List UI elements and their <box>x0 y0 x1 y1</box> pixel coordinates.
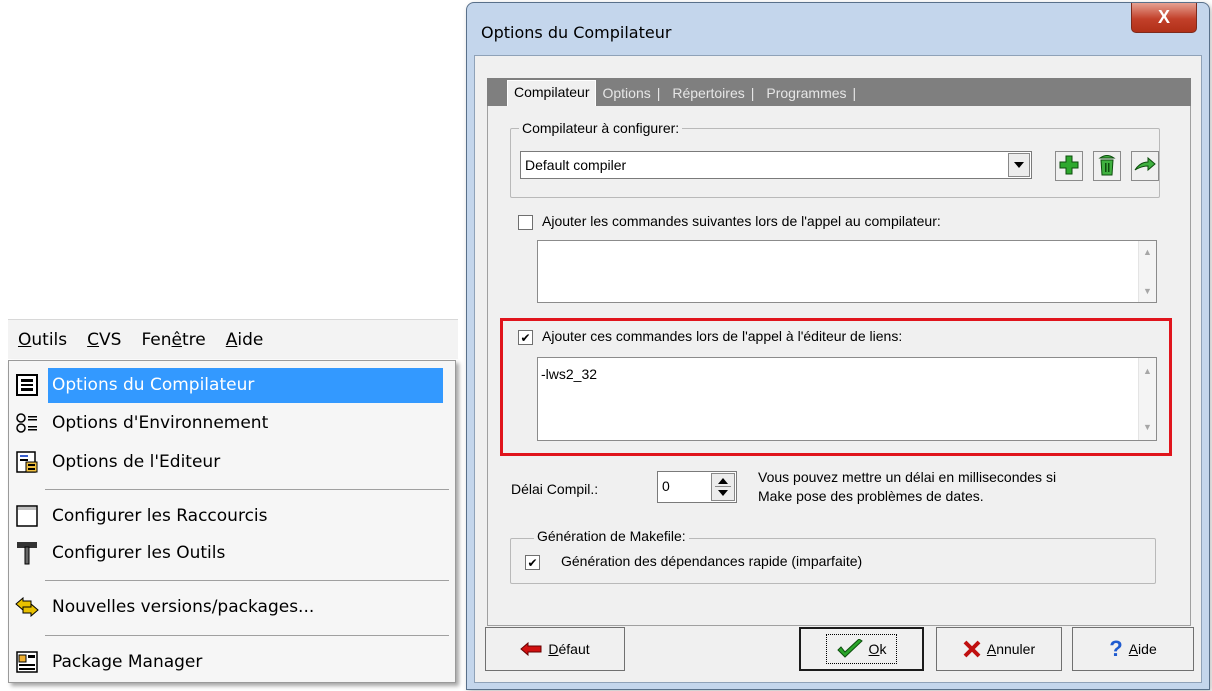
tab-label: Répertoires <box>672 85 745 101</box>
menu-item-label: Options de l'Editeur <box>52 452 221 472</box>
fast-deps-label: Génération des dépendances rapide (impar… <box>561 553 863 569</box>
menu-item-label: Options du Compilateur <box>48 367 443 403</box>
outils-dropdown-menu: Options du Compilateur Options d'Environ… <box>8 360 456 683</box>
menu-fenetre[interactable]: Fenêtre <box>141 330 205 350</box>
cancel-button[interactable]: Annuler <box>936 627 1062 671</box>
menu-item-label: Configurer les Raccourcis <box>52 506 268 526</box>
compiler-select-value: Default compiler <box>525 157 627 173</box>
arrow-right-icon <box>1134 156 1156 177</box>
linker-cmds-checkbox[interactable]: ✔ <box>518 330 533 345</box>
tab-label: Programmes <box>766 85 847 101</box>
hammer-icon <box>14 540 40 566</box>
checkmark-icon: ✔ <box>520 330 531 345</box>
plus-icon <box>1059 155 1079 178</box>
menu-item-label: Configurer les Outils <box>52 543 226 563</box>
delay-hint-line2: Make pose des problèmes de dates. <box>758 488 984 504</box>
tab-label: Options <box>602 85 651 101</box>
scrollbar[interactable]: ▲ ▼ <box>1138 241 1156 302</box>
arrow-left-icon <box>520 642 542 656</box>
scroll-down-icon[interactable]: ▼ <box>1143 286 1152 296</box>
linker-cmds-text: -lws2_32 <box>541 366 598 382</box>
tab-programmes[interactable]: Programmes | <box>760 82 862 106</box>
menu-separator <box>45 635 449 636</box>
close-icon: X <box>1157 7 1170 27</box>
menu-bar: Outils CVS Fenêtre Aide <box>8 319 458 359</box>
delay-value: 0 <box>662 478 670 494</box>
close-icon <box>963 640 981 658</box>
package-manager-icon <box>14 649 40 675</box>
menu-item-compiler-options[interactable]: Options du Compilateur <box>11 367 443 403</box>
menu-item-editor-options[interactable]: Options de l'Editeur <box>11 444 443 480</box>
dialog-titlebar[interactable]: Options du Compilateur X <box>467 3 1209 55</box>
add-compiler-button[interactable] <box>1055 151 1083 181</box>
tab-strip: Compilateur Options | Répertoires | Progra… <box>487 78 1191 106</box>
menu-outils[interactable]: Outils <box>18 330 67 350</box>
menu-item-label: Nouvelles versions/packages... <box>52 597 315 617</box>
tab-label: Compilateur <box>514 84 590 100</box>
compile-cmds-label: Ajouter les commandes suivantes lors de … <box>542 213 941 229</box>
question-mark-icon: ? <box>1109 636 1123 661</box>
dialog-title: Options du Compilateur <box>481 23 672 42</box>
update-arrows-icon <box>14 594 40 620</box>
menu-aide[interactable]: Aide <box>226 330 264 350</box>
default-button-label: Défaut <box>548 641 590 657</box>
ok-button[interactable]: Ok <box>799 627 924 671</box>
menu-item-label: Options d'Environnement <box>52 413 269 433</box>
makefile-group-legend: Génération de Makefile: <box>534 528 689 544</box>
delete-compiler-button[interactable] <box>1093 151 1121 181</box>
ok-button-label: Ok <box>868 641 887 657</box>
linker-cmds-label: Ajouter ces commandes lors de l'appel à … <box>542 328 903 344</box>
tab-repertoires[interactable]: Répertoires | <box>666 82 760 106</box>
checkmark-icon: ✔ <box>527 555 538 570</box>
menu-item-package-manager[interactable]: Package Manager <box>11 644 443 680</box>
chevron-down-icon[interactable] <box>1008 153 1030 177</box>
checkmark-icon <box>836 639 863 659</box>
menu-item-configure-shortcuts[interactable]: Configurer les Raccourcis <box>11 498 443 534</box>
close-button[interactable]: X <box>1131 3 1197 33</box>
compiler-select[interactable]: Default compiler <box>520 151 1032 179</box>
scroll-up-icon[interactable]: ▲ <box>1143 366 1152 376</box>
menu-item-label: Package Manager <box>52 652 203 672</box>
menu-cvs[interactable]: CVS <box>87 330 121 350</box>
tab-options[interactable]: Options | <box>596 82 666 106</box>
delay-spinner[interactable]: 0 <box>657 471 737 503</box>
environment-options-icon <box>14 410 40 436</box>
scroll-up-icon[interactable]: ▲ <box>1143 247 1152 257</box>
compiler-group-legend: Compilateur à configurer: <box>519 120 683 136</box>
trash-icon <box>1098 154 1116 179</box>
menu-item-environment-options[interactable]: Options d'Environnement <box>11 405 443 441</box>
compiler-options-icon <box>14 372 40 398</box>
delay-label: Délai Compil.: <box>511 481 599 497</box>
rename-compiler-button[interactable] <box>1131 151 1159 181</box>
default-button[interactable]: Défaut <box>485 627 625 671</box>
scrollbar[interactable]: ▲ ▼ <box>1138 358 1156 440</box>
compile-cmds-checkbox[interactable] <box>518 215 533 230</box>
compile-cmds-textarea[interactable]: ▲ ▼ <box>537 240 1157 303</box>
delay-hint-line1: Vous pouvez mettre un délai en milliseco… <box>758 469 1057 485</box>
spinner-arrows-icon[interactable] <box>711 473 735 501</box>
cancel-button-label: Annuler <box>986 641 1036 657</box>
shortcuts-icon <box>14 503 40 529</box>
linker-cmds-textarea[interactable]: -lws2_32 ▲ ▼ <box>537 357 1157 441</box>
menu-item-configure-tools[interactable]: Configurer les Outils <box>11 535 443 571</box>
menu-separator <box>45 489 449 490</box>
help-button-label: Aide <box>1128 641 1157 657</box>
scroll-down-icon[interactable]: ▼ <box>1143 422 1152 432</box>
fast-deps-checkbox[interactable]: ✔ <box>525 555 540 570</box>
menu-separator <box>45 580 449 581</box>
tab-compilateur[interactable]: Compilateur <box>507 80 597 106</box>
editor-options-icon <box>14 449 40 475</box>
help-button[interactable]: ? Aide <box>1072 627 1194 671</box>
menu-item-new-versions[interactable]: Nouvelles versions/packages... <box>11 589 443 625</box>
